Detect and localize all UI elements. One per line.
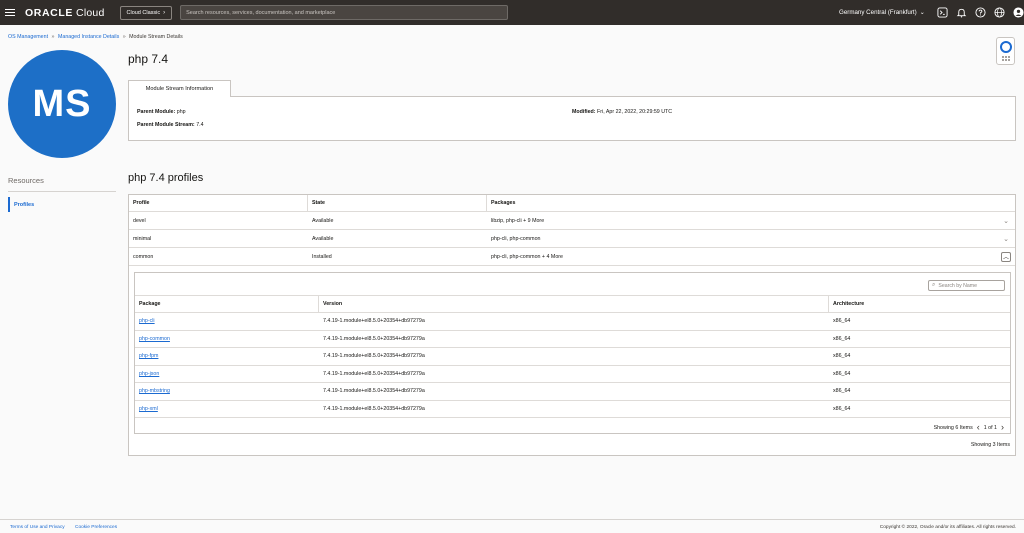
search-icon: ⌕ (932, 282, 936, 288)
breadcrumb-current: Module Stream Details (129, 34, 183, 40)
breadcrumb-separator: » (122, 34, 126, 40)
global-search-input[interactable]: Search resources, services, documentatio… (180, 5, 509, 20)
chevron-left-icon[interactable]: ‹ (977, 423, 980, 432)
module-stream-info-panel: Parent Module: php Parent Module Stream:… (128, 96, 1016, 141)
breadcrumb: OS Management » Managed Instance Details… (8, 34, 183, 40)
profiles-table: Profile State Packages devel Available l… (128, 194, 1016, 456)
user-icon[interactable] (1012, 6, 1024, 19)
column-header-version[interactable]: Version (319, 296, 342, 312)
table-row: php-fpm 7.4.19-1.module+el8.5.0+20354+db… (135, 348, 1010, 366)
help-icon[interactable] (974, 6, 987, 19)
chevron-right-icon: › (163, 9, 166, 16)
column-header-packages[interactable]: Packages (487, 195, 515, 211)
package-link[interactable]: php-xml (139, 406, 158, 412)
lifebuoy-icon (999, 41, 1012, 53)
table-header-row: Package Version Architecture (135, 295, 1010, 313)
profile-packages: libzip, php-cli + 9 More (491, 217, 545, 224)
page-title: php 7.4 (128, 52, 169, 66)
chevron-down-icon: ⌄ (919, 10, 925, 16)
profile-state: Installed (312, 253, 332, 260)
chevron-up-icon[interactable]: ︿ (1001, 251, 1011, 262)
resources-heading: Resources (8, 176, 44, 185)
terms-link[interactable]: Terms of Use and Privacy (10, 525, 65, 530)
pagination: Showing 6 Items ‹ 1 of 1 › (934, 423, 1004, 432)
globe-icon[interactable] (993, 6, 1006, 19)
table-row: php-json 7.4.19-1.module+el8.5.0+20354+d… (135, 366, 1010, 383)
package-search-input[interactable]: ⌕ Search by Name (928, 280, 1005, 291)
package-arch: x86_64 (833, 370, 851, 377)
package-link[interactable]: php-common (139, 336, 170, 342)
cookie-preferences-link[interactable]: Cookie Preferences (75, 525, 117, 530)
table-row[interactable]: common Installed php-cli, php-common + 4… (129, 248, 1015, 266)
table-header-row: Profile State Packages (129, 195, 1015, 212)
table-row[interactable]: devel Available libzip, php-cli + 9 More… (129, 212, 1015, 230)
region-selector[interactable]: Germany Central (Frankfurt) ⌄ (839, 0, 925, 25)
profile-packages: php-cli, php-common (491, 235, 541, 242)
cloud-shell-icon[interactable] (936, 6, 949, 19)
parent-module-field: Parent Module: php (137, 109, 186, 115)
package-version: 7.4.19-1.module+el8.5.0+20354+db97279a (323, 335, 425, 342)
profile-packages: php-cli, php-common + 4 More (491, 253, 563, 260)
package-version: 7.4.19-1.module+el8.5.0+20354+db97279a (323, 405, 425, 412)
profile-name: minimal (133, 235, 152, 242)
breadcrumb-os-management[interactable]: OS Management (8, 34, 48, 40)
bell-icon[interactable] (955, 6, 968, 19)
breadcrumb-managed-instance-details[interactable]: Managed Instance Details (58, 34, 119, 40)
package-version: 7.4.19-1.module+el8.5.0+20354+db97279a (323, 353, 425, 360)
table-row: php-cli 7.4.19-1.module+el8.5.0+20354+db… (135, 313, 1010, 331)
chevron-down-icon[interactable]: ⌄ (1003, 217, 1009, 225)
column-header-state[interactable]: State (308, 195, 325, 211)
column-header-package[interactable]: Package (135, 296, 161, 312)
package-link[interactable]: php-mbstring (139, 388, 170, 394)
breadcrumb-separator: » (51, 34, 55, 40)
package-arch: x86_64 (833, 405, 851, 412)
package-arch: x86_64 (833, 335, 851, 342)
profiles-heading: php 7.4 profiles (128, 172, 204, 184)
grid-dots-icon (1001, 56, 1010, 61)
package-arch: x86_64 (833, 318, 851, 325)
footer: Terms of Use and Privacy Cookie Preferen… (0, 519, 1024, 533)
top-navigation-bar: ORACLE Cloud Cloud Classic › Search resou… (0, 0, 1024, 25)
tab-module-stream-information[interactable]: Module Stream Information (128, 80, 231, 97)
package-version: 7.4.19-1.module+el8.5.0+20354+db97279a (323, 370, 425, 377)
showing-count: Showing 3 Items (970, 442, 1010, 448)
chevron-down-icon[interactable]: ⌄ (1003, 235, 1009, 243)
package-arch: x86_64 (833, 353, 851, 360)
profile-state: Available (312, 217, 334, 224)
packages-table: ⌕ Search by Name Package Version Archite… (134, 272, 1011, 434)
modified-field: Modified: Fri, Apr 22, 2022, 20:29:59 UT… (572, 109, 673, 115)
package-link[interactable]: php-cli (139, 318, 155, 324)
copyright-text: Copyright © 2022, Oracle and/or its affi… (879, 525, 1016, 530)
sidebar-item-profiles[interactable]: Profiles (8, 197, 116, 212)
package-link[interactable]: php-json (139, 371, 159, 377)
profile-name: common (133, 253, 154, 260)
package-link[interactable]: php-fpm (139, 353, 158, 359)
column-header-architecture[interactable]: Architecture (829, 296, 864, 312)
table-row[interactable]: minimal Available php-cli, php-common ⌄ (129, 230, 1015, 248)
package-version: 7.4.19-1.module+el8.5.0+20354+db97279a (323, 318, 425, 325)
table-row: php-xml 7.4.19-1.module+el8.5.0+20354+db… (135, 401, 1010, 418)
table-row: php-mbstring 7.4.19-1.module+el8.5.0+203… (135, 383, 1010, 401)
profile-state: Available (312, 235, 334, 242)
column-header-profile[interactable]: Profile (129, 195, 149, 211)
showing-count: Showing 6 Items (933, 424, 973, 431)
package-arch: x86_64 (833, 388, 851, 395)
parent-module-stream-field: Parent Module Stream: 7.4 (137, 122, 204, 128)
page-indicator: 1 of 1 (983, 424, 997, 431)
table-row: php-common 7.4.19-1.module+el8.5.0+20354… (135, 331, 1010, 348)
package-version: 7.4.19-1.module+el8.5.0+20354+db97279a (323, 388, 425, 395)
oracle-cloud-logo[interactable]: ORACLE Cloud (25, 7, 105, 19)
cloud-classic-button[interactable]: Cloud Classic › (119, 5, 173, 20)
divider (8, 191, 116, 192)
resource-avatar: MS (8, 50, 116, 158)
hamburger-menu-icon[interactable] (5, 9, 15, 16)
profile-name: devel (133, 217, 146, 224)
chevron-right-icon[interactable]: › (1001, 423, 1004, 432)
help-widget-button[interactable] (996, 37, 1015, 65)
